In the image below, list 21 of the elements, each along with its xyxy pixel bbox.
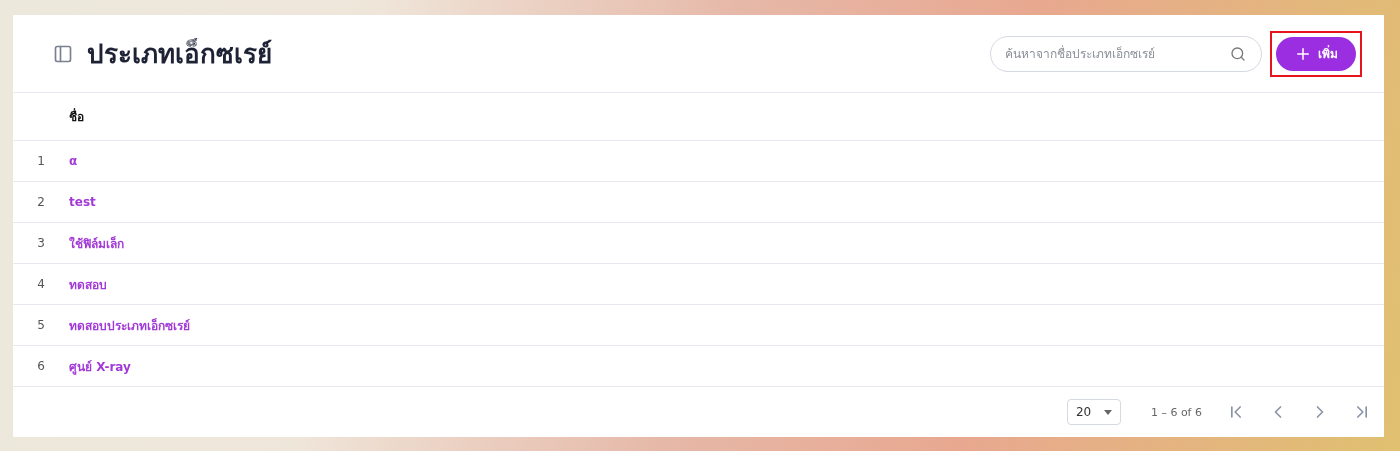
- page-range: 1 – 6 of 6: [1150, 405, 1202, 419]
- name-link[interactable]: ทดสอบ: [69, 274, 107, 294]
- search-field[interactable]: ค้นหาจากชื่อประเภทเอ็กซเรย์: [990, 35, 1262, 72]
- page-size-select[interactable]: 20: [1066, 399, 1121, 425]
- dropdown-caret-icon: [1103, 409, 1112, 415]
- row-number: 6: [36, 359, 46, 373]
- name-link[interactable]: α: [69, 154, 78, 168]
- row-number: 4: [36, 277, 46, 291]
- column-header: ชื่อ: [69, 107, 84, 126]
- name-link[interactable]: test: [69, 195, 96, 209]
- name-link[interactable]: ศูนย์ X-ray: [69, 356, 131, 376]
- search-icon: [1230, 45, 1246, 62]
- name-link[interactable]: ใช้ฟิล์มเล็ก: [69, 233, 124, 253]
- row-number: 1: [36, 154, 46, 168]
- row-number: 2: [36, 195, 46, 209]
- name-link[interactable]: ทดสอบประเภทเอ็กซเรย์: [69, 315, 190, 335]
- add-button[interactable]: เพิ่ม: [1276, 36, 1356, 71]
- row-number: 3: [36, 236, 46, 250]
- page-title: ประเภทเอ็กซเรย์: [87, 37, 273, 71]
- panel-icon: [53, 43, 73, 64]
- row-number: 5: [36, 318, 46, 332]
